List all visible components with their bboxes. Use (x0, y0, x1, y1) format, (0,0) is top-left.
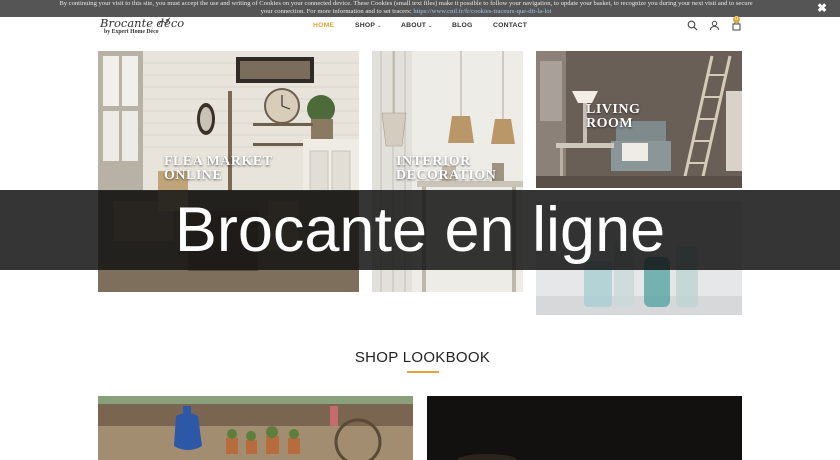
nav-home[interactable]: HOME (313, 22, 334, 30)
cookie-text: By continuing your visit to this site, y… (2, 0, 810, 16)
lookbook-dark-image (427, 396, 742, 460)
user-icon[interactable] (709, 20, 720, 31)
nav-shop[interactable]: SHOP ⌄ (355, 22, 381, 30)
nav-about-label: ABOUT (401, 22, 427, 29)
tile-flea-market-line2: ONLINE (164, 168, 223, 183)
lookbook-underline (407, 371, 439, 373)
chevron-down-icon: ⌄ (377, 23, 382, 29)
nav-blog-label: BLOG (452, 22, 473, 29)
lookbook-garden-image (98, 396, 413, 460)
cart-count-badge: 0 (733, 16, 740, 23)
cookie-text-line1: By continuing your visit to this site, y… (59, 0, 753, 7)
cookie-banner: By continuing your visit to this site, y… (0, 0, 840, 17)
logo-main-text: Brocante déco (100, 16, 185, 30)
nav-blog[interactable]: BLOG (452, 22, 472, 30)
logo-sub-text: by Expert Home Déco (104, 29, 159, 35)
tile-flea-market-line1: FLEA MARKET (164, 154, 273, 169)
cookie-text-line2-prefix: your connection. For more information an… (260, 8, 412, 15)
nav-contact[interactable]: CONTACT (493, 22, 527, 30)
page-title: Brocante en ligne (174, 195, 666, 265)
tile-living-room[interactable]: LIVING ROOM (536, 51, 742, 188)
nav-about[interactable]: ABOUT ⌄ (401, 22, 433, 30)
tile-living-label: LIVING ROOM (586, 103, 640, 131)
cookie-close-icon[interactable]: ✖ (816, 2, 828, 14)
nav-shop-label: SHOP (355, 22, 376, 29)
tile-living-line2: ROOM (586, 116, 634, 131)
hero-title-banner: Brocante en ligne (0, 190, 840, 270)
search-icon[interactable] (687, 20, 698, 31)
tile-interior-label: INTERIOR DECORATION (396, 155, 496, 183)
cookie-policy-link[interactable]: https://www.cnil.fr/fr/cookies-traceurs-… (413, 8, 551, 15)
logo-ornament-icon (158, 18, 170, 26)
tile-interior-line1: INTERIOR (396, 154, 471, 169)
chevron-down-icon: ⌄ (428, 23, 433, 29)
lookbook-image-right[interactable] (427, 396, 742, 460)
site-header: Brocante déco by Expert Home Déco HOME S… (0, 16, 840, 45)
lookbook-heading: SHOP LOOKBOOK (354, 349, 491, 366)
nav-home-label: HOME (313, 22, 335, 29)
tile-interior-line2: DECORATION (396, 168, 497, 183)
tile-flea-market-label: FLEA MARKET ONLINE (164, 155, 273, 183)
site-logo[interactable]: Brocante déco by Expert Home Déco (100, 16, 184, 43)
lookbook-image-left[interactable] (98, 396, 413, 460)
nav-contact-label: CONTACT (493, 22, 528, 29)
cookie-text-line2: your connection. For more information an… (2, 8, 810, 16)
tile-living-line1: LIVING (586, 102, 641, 117)
